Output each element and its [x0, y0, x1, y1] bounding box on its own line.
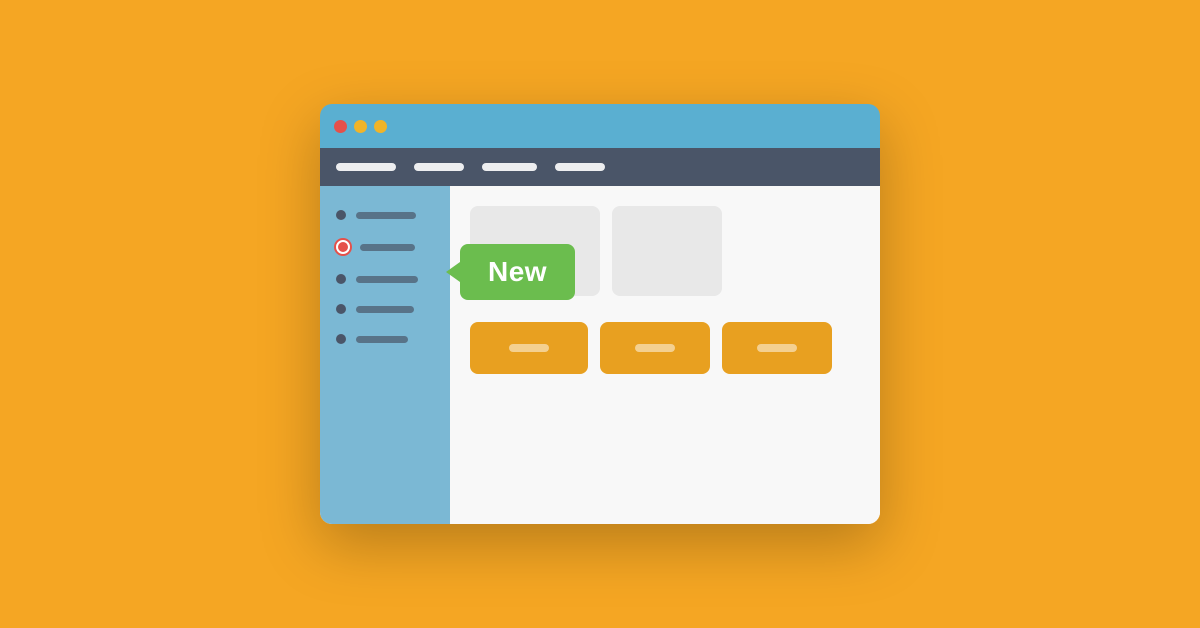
- action-button-1[interactable]: [470, 322, 588, 374]
- sidebar-line-1: [356, 212, 416, 219]
- browser-body: New: [320, 186, 880, 524]
- sidebar-item-4[interactable]: [336, 304, 434, 314]
- menu-item-2[interactable]: [414, 163, 464, 171]
- sidebar-dot-2-active: [336, 240, 350, 254]
- sidebar-line-2: [360, 244, 415, 251]
- menu-item-3[interactable]: [482, 163, 537, 171]
- menu-bar: [320, 148, 880, 186]
- buttons-row: [470, 322, 860, 374]
- btn-icon-3: [757, 344, 797, 352]
- minimize-button[interactable]: [354, 120, 367, 133]
- sidebar: [320, 186, 450, 524]
- menu-item-4[interactable]: [555, 163, 605, 171]
- sidebar-dot-4: [336, 304, 346, 314]
- main-content: New: [450, 186, 880, 524]
- sidebar-item-2[interactable]: [336, 240, 434, 254]
- sidebar-line-3: [356, 276, 418, 283]
- browser-window: New: [320, 104, 880, 524]
- sidebar-item-1[interactable]: [336, 210, 434, 220]
- sidebar-dot-1: [336, 210, 346, 220]
- btn-icon-2: [635, 344, 675, 352]
- btn-icon-1: [509, 344, 549, 352]
- sidebar-line-5: [356, 336, 408, 343]
- menu-item-1[interactable]: [336, 163, 396, 171]
- sidebar-item-3[interactable]: [336, 274, 434, 284]
- action-button-3[interactable]: [722, 322, 832, 374]
- cards-wrapper: New: [470, 206, 860, 296]
- close-button[interactable]: [334, 120, 347, 133]
- title-bar: [320, 104, 880, 148]
- maximize-button[interactable]: [374, 120, 387, 133]
- card-2: [612, 206, 722, 296]
- sidebar-line-4: [356, 306, 414, 313]
- sidebar-dot-5: [336, 334, 346, 344]
- action-button-2[interactable]: [600, 322, 710, 374]
- tooltip-new: New: [460, 244, 575, 300]
- sidebar-item-5[interactable]: [336, 334, 434, 344]
- tooltip-label: New: [488, 256, 547, 287]
- sidebar-dot-3: [336, 274, 346, 284]
